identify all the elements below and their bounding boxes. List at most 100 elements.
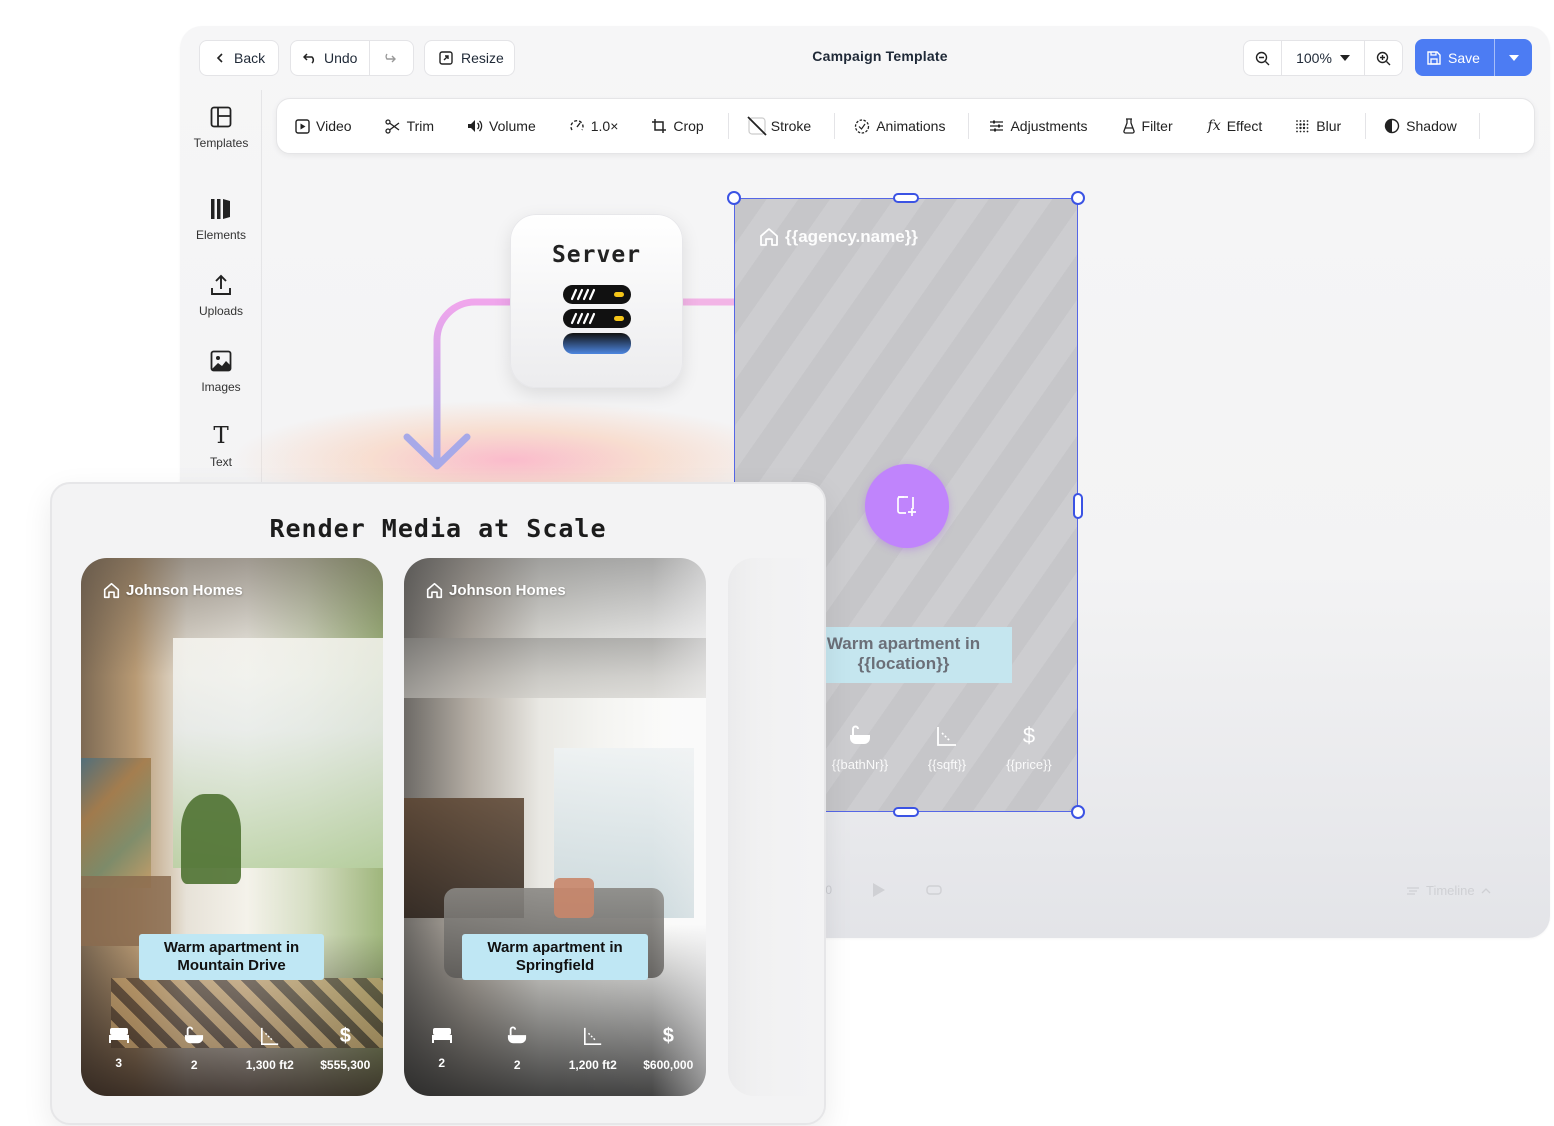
adjustments-tool[interactable]: Adjustments xyxy=(989,118,1088,134)
zoom-value: 100% xyxy=(1296,50,1332,66)
video-tool[interactable]: Video xyxy=(295,118,352,134)
trim-icon xyxy=(384,118,401,134)
sidebar-item-elements[interactable]: Elements xyxy=(180,198,262,242)
sidebar-item-templates[interactable]: Templates xyxy=(180,106,262,150)
card-caption: Warm apartment in Mountain Drive xyxy=(139,934,324,980)
server-node: Server xyxy=(510,214,683,388)
filter-tool[interactable]: Filter xyxy=(1122,118,1173,134)
stats-placeholder-row: {{bathNr}} {{sqft}} $ {{price}} xyxy=(825,725,1059,773)
resize-handle-top-right[interactable] xyxy=(1071,191,1085,205)
animations-label: Animations xyxy=(876,118,946,134)
undo-icon xyxy=(303,52,317,64)
painting-decoration xyxy=(81,758,151,888)
stroke-tool[interactable]: Stroke xyxy=(747,116,811,136)
resize-handle-bottom[interactable] xyxy=(893,807,919,817)
video-label: Video xyxy=(316,118,352,134)
stat-value: {{sqft}} xyxy=(927,757,967,772)
caret-down-icon xyxy=(1339,55,1350,61)
resize-icon xyxy=(439,51,453,65)
shadow-tool[interactable]: Shadow xyxy=(1384,118,1457,134)
render-card[interactable]: Johnson Homes Warm apartment in Mountain… xyxy=(81,558,383,1096)
undo-button[interactable]: Undo xyxy=(291,41,369,75)
document-title[interactable]: Campaign Template xyxy=(780,48,980,64)
sidebar-item-images[interactable]: Images xyxy=(180,350,262,394)
agency-name-placeholder[interactable]: {{agency.name}} xyxy=(759,227,918,247)
resize-handle-top[interactable] xyxy=(893,193,919,203)
stat-value: 3 xyxy=(115,1056,123,1070)
speed-icon xyxy=(569,118,585,134)
brand-text: Johnson Homes xyxy=(449,582,566,599)
save-button[interactable]: Save xyxy=(1415,39,1494,76)
resize-handle-bottom-right[interactable] xyxy=(1071,805,1085,819)
sidebar-item-label: Uploads xyxy=(198,304,244,318)
text-icon: T xyxy=(213,423,229,449)
templates-icon xyxy=(210,106,232,128)
caption-line: Warm apartment in xyxy=(826,634,981,653)
bathtub-icon xyxy=(506,1026,528,1046)
bathtub-icon xyxy=(183,1026,205,1046)
home-icon xyxy=(759,227,779,247)
redo-button[interactable] xyxy=(370,41,408,75)
home-icon xyxy=(426,582,443,599)
resize-handle-right[interactable] xyxy=(1073,493,1083,519)
effect-tool[interactable]: fx Effect xyxy=(1208,118,1263,134)
trim-label: Trim xyxy=(406,118,435,134)
stat-baths: 2 xyxy=(159,1026,229,1072)
stat-value: 2 xyxy=(190,1058,198,1072)
loop-icon[interactable] xyxy=(926,884,942,896)
blur-icon xyxy=(1295,119,1310,134)
bathtub-icon xyxy=(848,725,872,747)
undo-redo-group: Undo xyxy=(290,40,414,76)
zoom-in-icon xyxy=(1376,51,1391,66)
add-media-button[interactable] xyxy=(865,464,949,548)
undo-label: Undo xyxy=(324,50,358,66)
caption-line: {{location}} xyxy=(857,654,950,673)
sidebar-item-label: Templates xyxy=(193,136,249,150)
crop-tool[interactable]: Crop xyxy=(651,118,704,134)
add-media-icon xyxy=(896,495,918,517)
sidebar-item-uploads[interactable]: Uploads xyxy=(180,274,262,318)
animations-tool[interactable]: Animations xyxy=(853,118,945,135)
stat-value: 2 xyxy=(438,1056,446,1070)
ruler-icon xyxy=(583,1026,603,1046)
divider xyxy=(1478,113,1480,139)
elements-icon xyxy=(210,198,232,220)
stat-beds: 2 xyxy=(407,1026,477,1072)
speed-tool[interactable]: 1.0× xyxy=(569,118,618,134)
zoom-select[interactable]: 100% xyxy=(1282,41,1364,75)
card-caption: Warm apartment in Springfield xyxy=(462,934,648,980)
volume-icon xyxy=(467,119,483,133)
animations-icon xyxy=(853,118,870,135)
home-icon xyxy=(103,582,120,599)
stat-sqft: 1,300 ft2 xyxy=(235,1026,305,1072)
zoom-in-button[interactable] xyxy=(1365,41,1402,75)
plant-decoration xyxy=(181,794,241,884)
crop-label: Crop xyxy=(673,118,704,134)
shadow-label: Shadow xyxy=(1406,118,1457,134)
play-icon[interactable] xyxy=(872,882,886,898)
save-button-group: Save xyxy=(1415,39,1532,76)
back-label: Back xyxy=(234,50,266,66)
back-button[interactable]: Back xyxy=(199,40,279,76)
effect-label: Effect xyxy=(1226,118,1263,134)
stroke-icon xyxy=(747,116,767,136)
volume-label: Volume xyxy=(489,118,536,134)
trim-tool[interactable]: Trim xyxy=(384,118,434,134)
blur-tool[interactable]: Blur xyxy=(1295,118,1341,134)
save-options-button[interactable] xyxy=(1495,39,1532,76)
caption-placeholder[interactable]: Warm apartment in {{location}} xyxy=(795,627,1012,683)
resize-handle-top-left[interactable] xyxy=(727,191,741,205)
timeline-toggle[interactable]: Timeline xyxy=(1406,883,1491,898)
bed-icon xyxy=(108,1026,130,1044)
caption-line: Mountain Drive xyxy=(177,957,286,974)
zoom-out-button[interactable] xyxy=(1244,41,1281,75)
stat-sqft: {{sqft}} xyxy=(917,725,977,772)
resize-button[interactable]: Resize xyxy=(424,40,515,76)
sidebar-item-label: Elements xyxy=(195,228,247,242)
ruler-icon xyxy=(936,725,958,747)
caption-line: Springfield xyxy=(515,957,595,974)
volume-tool[interactable]: Volume xyxy=(467,118,536,134)
crop-icon xyxy=(651,118,667,134)
shadow-icon xyxy=(1384,118,1400,134)
stat-value: 1,200 ft2 xyxy=(568,1058,617,1072)
